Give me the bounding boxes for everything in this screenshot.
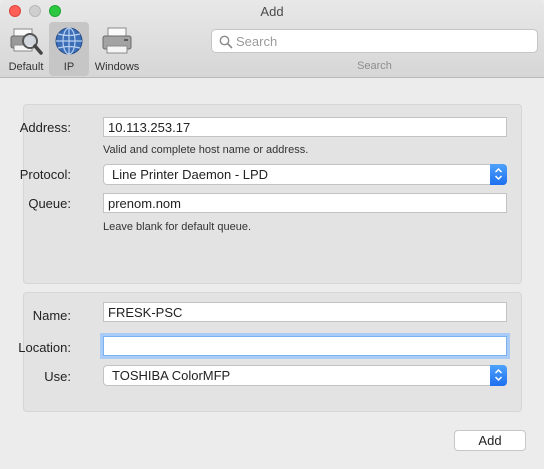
toolbar-default-button[interactable]: Default [4, 22, 48, 76]
queue-field[interactable] [103, 193, 507, 213]
toolbar-ip-label: IP [63, 61, 75, 73]
toolbar-ip-button[interactable]: IP [49, 22, 89, 76]
windows-printer-icon [102, 27, 132, 54]
address-label: Address: [19, 120, 71, 135]
address-hint: Valid and complete host name or address. [103, 144, 309, 156]
queue-hint: Leave blank for default queue. [103, 221, 252, 233]
updown-chevron-icon [490, 164, 507, 185]
protocol-value: Line Printer Daemon - LPD [112, 167, 269, 182]
toolbar-windows-label: Windows [94, 61, 140, 73]
protocol-popup[interactable]: Line Printer Daemon - LPD [103, 164, 507, 185]
window-title: Add [260, 4, 284, 19]
add-printer-window: Add Default IP Windows Search Search Add… [0, 0, 544, 469]
location-label: Location: [18, 340, 71, 355]
name-field[interactable] [103, 302, 507, 322]
toolbar-windows-button[interactable]: Windows [90, 22, 144, 76]
queue-label: Queue: [28, 196, 71, 211]
printer-info-group: Name: Location: Use: TOSHIBA ColorMFP [18, 292, 522, 412]
address-field[interactable] [103, 117, 507, 137]
add-button[interactable]: Add [454, 430, 526, 451]
protocol-label: Protocol: [19, 167, 71, 182]
use-driver-popup[interactable]: TOSHIBA ColorMFP [103, 365, 507, 386]
search-caption: Search [357, 60, 392, 72]
globe-icon [55, 27, 83, 55]
toolbar: Add Default IP Windows Search Search [0, 0, 544, 78]
name-label: Name: [32, 308, 71, 323]
search-icon [219, 35, 233, 49]
search-input[interactable] [236, 33, 532, 50]
updown-chevron-icon [490, 365, 507, 386]
ip-settings-group: Address: Valid and complete host name or… [19, 104, 522, 284]
search-field[interactable] [211, 29, 538, 53]
toolbar-default-label: Default [8, 61, 44, 73]
use-label: Use: [44, 369, 71, 384]
default-printers-icon [10, 28, 43, 55]
use-driver-value: TOSHIBA ColorMFP [112, 368, 231, 383]
location-field[interactable] [103, 336, 507, 356]
